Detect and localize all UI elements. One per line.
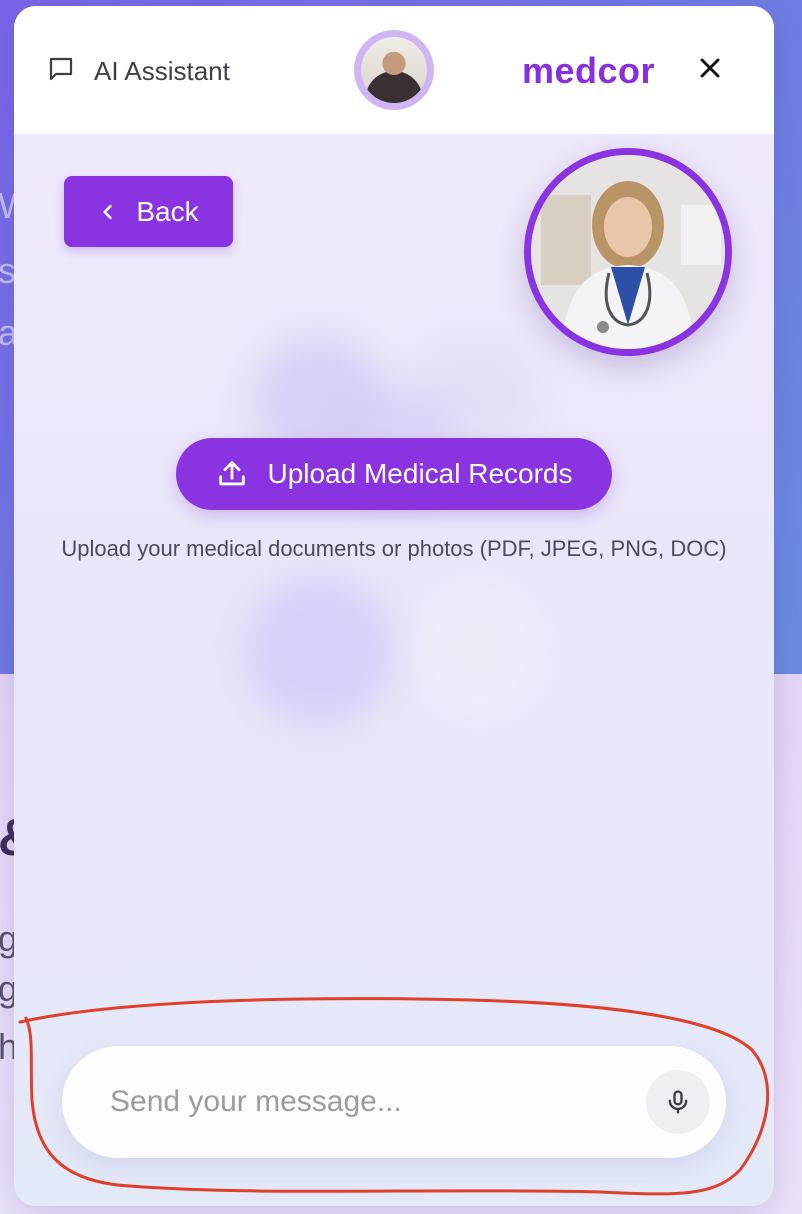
chevron-left-icon: [103, 204, 113, 219]
upload-records-button[interactable]: Upload Medical Records: [176, 438, 612, 510]
decorative-blob: [244, 576, 394, 726]
upload-button-label: Upload Medical Records: [267, 458, 573, 489]
background-text-fragment: h: [0, 1026, 14, 1067]
decorative-blob: [414, 586, 544, 716]
microphone-icon: [668, 1090, 688, 1114]
microphone-button[interactable]: [646, 1070, 710, 1134]
background-text-fragment: g: [0, 968, 14, 1009]
chat-header: AI Assistant medcor: [14, 6, 774, 134]
close-button[interactable]: [694, 52, 726, 84]
close-icon: [700, 58, 720, 78]
assistant-avatar-photo: [361, 37, 427, 103]
assistant-avatar[interactable]: [354, 30, 434, 110]
header-title-group: AI Assistant: [46, 54, 230, 89]
doctor-photo: [531, 155, 725, 349]
background-text-fragment: g: [0, 918, 14, 959]
brand-logo: medcor: [522, 50, 656, 91]
background-text-fragment: s: [0, 250, 14, 291]
message-composer: [62, 1046, 726, 1158]
upload-hint: Upload your medical documents or photos …: [61, 536, 727, 561]
background-text-fragment: a: [0, 312, 14, 353]
back-button-label: Back: [136, 195, 199, 227]
doctor-avatar: [524, 148, 732, 356]
back-button[interactable]: Back: [64, 176, 233, 247]
background-text-fragment: W: [0, 185, 14, 227]
chat-widget: AI Assistant medcor Back Upload Medical …: [14, 6, 774, 1206]
upload-icon: [219, 461, 246, 486]
header-title: AI Assistant: [94, 56, 230, 86]
chat-bubble-icon: [46, 54, 76, 89]
message-input[interactable]: [110, 1076, 630, 1128]
